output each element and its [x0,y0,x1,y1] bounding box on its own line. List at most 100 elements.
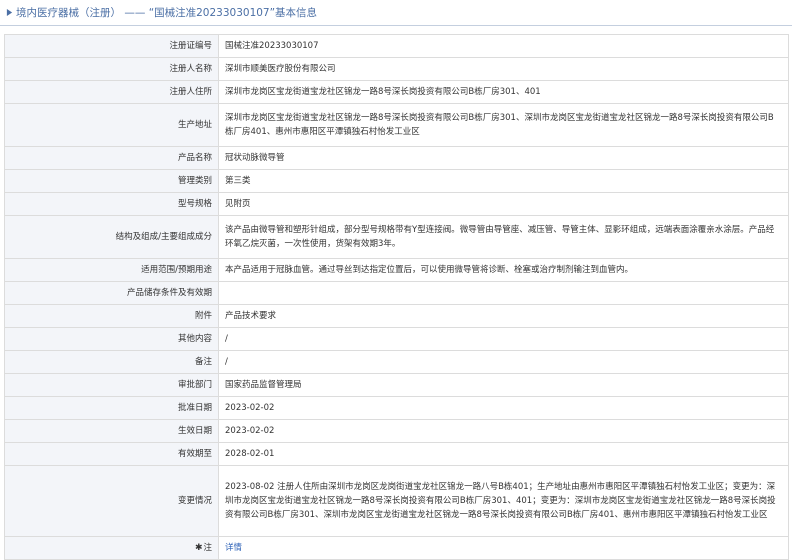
row-value: 第三类 [218,169,789,193]
row-label: 产品名称 [4,146,219,170]
table-row: 注册人住所 深圳市龙岗区宝龙街道宝龙社区锦龙一路8号深长岗投资有限公司B栋厂房30… [4,80,789,104]
table-row: 审批部门 国家药品监督管理局 [4,373,789,397]
row-value-text: / [225,357,228,367]
row-value: 国家药品监督管理局 [218,373,789,397]
row-value-text: 冠状动脉微导管 [225,153,285,163]
row-value-text: 该产品由微导管和塑形针组成，部分型号规格带有Y型连接阀。微导管由导管座、减压管、… [225,225,775,249]
arrow-right-icon [6,9,13,16]
row-value: 深圳市顺美医疗股份有限公司 [218,57,789,81]
header-separator: —— [124,7,146,19]
table-row: 型号规格 见附页 [4,192,789,216]
row-value-text: 本产品适用于冠脉血管。通过导丝到达指定位置后，可以使用微导管将诊断、栓塞或治疗制… [225,265,634,275]
detail-table: 注册证编号 国械注准20233030107 注册人名称 深圳市顺美医疗股份有限公司 注册… [4,34,789,560]
row-value: 2023-02-02 [218,419,789,443]
table-row: 注册证编号 国械注准20233030107 [4,34,789,58]
row-value: / [218,350,789,374]
row-value[interactable]: 详情 [218,536,789,560]
row-label-text: 备注 [194,357,212,367]
row-label-text: 注册证编号 [169,41,212,51]
row-label-text: 注 [203,543,212,553]
row-value-text: 深圳市龙岗区宝龙街道宝龙社区锦龙一路8号深长岗投资有限公司B栋厂房301、深圳市… [225,113,774,137]
row-value: 见附页 [218,192,789,216]
row-label-text: 结构及组成/主要组成成分 [115,232,212,242]
note-icon: ✱ [194,543,203,553]
row-label: 其他内容 [4,327,219,351]
row-label: 附件 [4,304,219,328]
row-value: / [218,327,789,351]
row-label: 变更情况 [4,465,219,537]
row-value: 深圳市龙岗区宝龙街道宝龙社区锦龙一路8号深长岗投资有限公司B栋厂房301、深圳市… [218,103,789,147]
row-label-text: 产品储存条件及有效期 [126,288,212,298]
row-label-text: 变更情况 [177,496,212,506]
row-value-text: 2023-02-02 [225,426,275,436]
row-value: 2023-02-02 [218,396,789,420]
row-value: 本产品适用于冠脉血管。通过导丝到达指定位置后，可以使用微导管将诊断、栓塞或治疗制… [218,258,789,282]
row-value: 深圳市龙岗区宝龙街道宝龙社区锦龙一路8号深长岗投资有限公司B栋厂房301、401 [218,80,789,104]
table-row: 有效期至 2028-02-01 [4,442,789,466]
row-label: 备注 [4,350,219,374]
row-label: 批准日期 [4,396,219,420]
row-label: 生效日期 [4,419,219,443]
row-value [218,281,789,305]
row-value-text: 2023-02-02 [225,403,275,413]
row-value-text: 产品技术要求 [225,311,277,321]
table-row: 注册人名称 深圳市顺美医疗股份有限公司 [4,57,789,81]
row-label-text: 生效日期 [177,426,212,436]
row-value: 国械注准20233030107 [218,34,789,58]
header-title: “国械注准20233030107”基本信息 [148,7,318,19]
row-label-text: 管理类别 [177,176,212,186]
row-value-text: 深圳市顺美医疗股份有限公司 [225,64,336,74]
row-value-text: 国家药品监督管理局 [225,380,302,390]
detail-link[interactable]: 详情 [225,543,242,553]
row-label-text: 适用范围/预期用途 [141,265,212,275]
row-label-text: 其他内容 [177,334,212,344]
row-label-text: 审批部门 [177,380,212,390]
row-value-text: 第三类 [225,176,251,186]
row-value-text: 国械注准20233030107 [225,41,319,51]
row-value-text: 见附页 [225,199,251,209]
table-row: 批准日期 2023-02-02 [4,396,789,420]
row-label: 注册人住所 [4,80,219,104]
row-label-text: 产品名称 [177,153,212,163]
row-label: 管理类别 [4,169,219,193]
row-value: 该产品由微导管和塑形针组成，部分型号规格带有Y型连接阀。微导管由导管座、减压管、… [218,215,789,259]
row-label: 结构及组成/主要组成成分 [4,215,219,259]
table-row: 变更情况 2023-08-02 注册人住所由深圳市龙岗区龙岗街道宝龙社区锦龙一路八… [4,465,789,537]
table-row: 生效日期 2023-02-02 [4,419,789,443]
row-value-text: 2028-02-01 [225,449,275,459]
table-row: 产品储存条件及有效期 [4,281,789,305]
row-label-text: 有效期至 [177,449,212,459]
table-row: 适用范围/预期用途 本产品适用于冠脉血管。通过导丝到达指定位置后，可以使用微导管将… [4,258,789,282]
table-row: 管理类别 第三类 [4,169,789,193]
header-section: 境内医疗器械（注册） [16,7,121,19]
table-row: ✱注 详情 [4,536,789,560]
row-label: 审批部门 [4,373,219,397]
row-label-text: 批准日期 [177,403,212,413]
row-label-text: 注册人住所 [169,87,212,97]
row-label-text: 型号规格 [177,199,212,209]
table-row: 产品名称 冠状动脉微导管 [4,146,789,170]
row-label: 注册证编号 [4,34,219,58]
row-label: 生产地址 [4,103,219,147]
detail-table-wrap: 注册证编号 国械注准20233030107 注册人名称 深圳市顺美医疗股份有限公司 注册… [4,34,789,560]
row-value-text: 深圳市龙岗区宝龙街道宝龙社区锦龙一路8号深长岗投资有限公司B栋厂房301、401 [225,87,541,97]
row-label: 有效期至 [4,442,219,466]
row-value: 2028-02-01 [218,442,789,466]
row-value: 2023-08-02 注册人住所由深圳市龙岗区龙岗街道宝龙社区锦龙一路八号B栋4… [218,465,789,537]
row-value: 产品技术要求 [218,304,789,328]
table-row: 结构及组成/主要组成成分 该产品由微导管和塑形针组成，部分型号规格带有Y型连接阀。… [4,215,789,259]
page-header: 境内医疗器械（注册） —— “国械注准20233030107”基本信息 [0,0,792,26]
row-label: 注册人名称 [4,57,219,81]
table-row: 备注 / [4,350,789,374]
row-label-text: 附件 [194,311,212,321]
row-label: 适用范围/预期用途 [4,258,219,282]
row-value: 冠状动脉微导管 [218,146,789,170]
row-label: 产品储存条件及有效期 [4,281,219,305]
row-value-text: 2023-08-02 注册人住所由深圳市龙岗区龙岗街道宝龙社区锦龙一路八号B栋4… [225,482,776,520]
table-row: 附件 产品技术要求 [4,304,789,328]
table-row: 生产地址 深圳市龙岗区宝龙街道宝龙社区锦龙一路8号深长岗投资有限公司B栋厂房301… [4,103,789,147]
row-label-text: 注册人名称 [169,64,212,74]
row-label: ✱注 [4,536,219,560]
table-row: 其他内容 / [4,327,789,351]
row-value-text: / [225,334,228,344]
